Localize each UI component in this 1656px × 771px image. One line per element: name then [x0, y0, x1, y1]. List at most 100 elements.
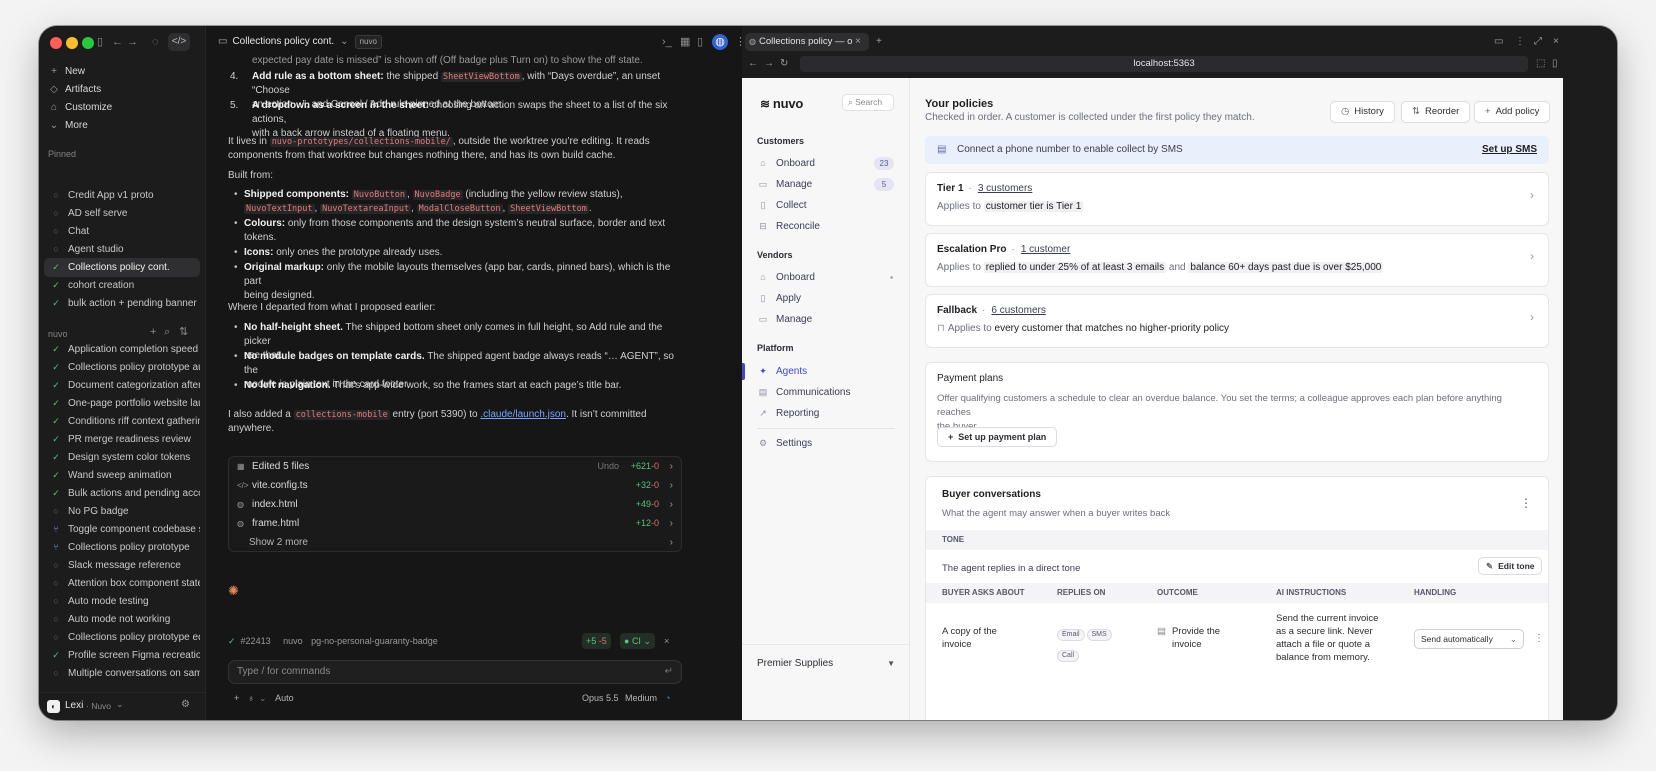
search-input[interactable]: ⌕ Search — [842, 94, 894, 111]
pr-status-bar[interactable]: ✓ #22413 nuvo pg-no-personal-guaranty-bad… — [228, 632, 682, 651]
back-arrow-icon[interactable]: ← — [112, 34, 123, 50]
nav-reporting[interactable]: ↗ Reporting — [757, 405, 897, 422]
sidebar-session-item[interactable]: ⑂ Collections policy prototype — [44, 538, 200, 557]
sidebar-session-item[interactable]: ✓ cohort creation — [44, 276, 200, 295]
add-policy-button[interactable]: + Add policy — [1474, 101, 1551, 123]
chat-mode-icon[interactable]: ◌ — [152, 34, 159, 50]
file-row[interactable]: ◍ frame.html +12-0 › — [229, 514, 681, 533]
nav-communications[interactable]: ▤ Communications — [757, 384, 897, 401]
close-tab-icon[interactable]: × — [855, 34, 861, 50]
inspect-icon[interactable]: ⬚ — [1536, 56, 1545, 72]
minimize-window-button[interactable] — [66, 37, 78, 49]
more-button[interactable]: ⌄ More — [47, 117, 88, 135]
sidebar-session-item[interactable]: ○ Multiple conversations on same — [44, 664, 200, 683]
sidebar-session-item[interactable]: ✓ Collections policy cont. — [44, 258, 200, 277]
sidebar-session-item[interactable]: ✓ Profile screen Figma recreation — [44, 646, 200, 665]
composer-input[interactable]: Type / for commands ↵ — [228, 660, 682, 684]
undo-button[interactable]: Undo — [597, 457, 619, 476]
history-button[interactable]: ◷ History — [1330, 101, 1395, 123]
zoom-window-button[interactable] — [82, 37, 94, 49]
account-footer[interactable]: ◐ Lexi · Nuvo ⌄ ⚙ — [39, 692, 206, 720]
plus-icon[interactable]: + — [234, 693, 239, 703]
sidebar-toggle-icon[interactable]: ▯ — [97, 34, 103, 50]
new-tab-icon[interactable]: + — [876, 34, 882, 50]
panel-icon[interactable]: ▯ — [697, 34, 703, 50]
file-row[interactable]: </> vite.config.ts +32-0 › — [229, 476, 681, 495]
sidebar-session-item[interactable]: ○ Auto mode not working — [44, 610, 200, 629]
expand-icon[interactable]: ⤢ — [1534, 34, 1542, 50]
reload-icon[interactable]: ↻ — [780, 56, 788, 72]
ci-badge[interactable]: ● CI ⌄ — [620, 633, 655, 649]
address-bar[interactable]: localhost:5363 — [800, 56, 1528, 72]
nav-collect[interactable]: ▯ Collect — [757, 197, 897, 214]
model-select[interactable]: Opus 5.5 — [582, 690, 619, 706]
settings-icon[interactable]: ⚙ — [181, 699, 190, 710]
mode-select[interactable]: Auto — [275, 693, 294, 703]
sidebar-session-item[interactable]: ✓ Application completion speed v — [44, 340, 200, 359]
close-icon[interactable]: × — [1553, 34, 1559, 50]
nav-settings[interactable]: ⚙ Settings — [757, 435, 897, 452]
brand-logo[interactable]: ≋ nuvo — [760, 96, 803, 111]
nav-onboard[interactable]: ⌂ Onboard ▪ — [757, 269, 897, 286]
set-up-payment-plan-button[interactable]: + Set up payment plan — [937, 427, 1058, 447]
search-icon[interactable]: ⌕ — [164, 324, 170, 340]
chevron-down-icon[interactable]: ⌄ — [259, 693, 267, 703]
sidebar-session-item[interactable]: ✓ Wand sweep animation — [44, 466, 200, 485]
more-vertical-icon[interactable]: ⋮ — [1520, 496, 1532, 510]
close-icon[interactable]: × — [664, 632, 669, 651]
sidebar-session-item[interactable]: ○ Agent studio — [44, 240, 200, 259]
customers-link[interactable]: 1 customer — [1021, 244, 1070, 255]
add-session-icon[interactable]: + — [150, 324, 156, 340]
terminal-icon[interactable]: ›_ — [662, 34, 672, 50]
nav-apply[interactable]: ▯ Apply — [757, 290, 897, 307]
set-up-sms-link[interactable]: Set up SMS — [1482, 136, 1537, 164]
file-row[interactable]: ◍ index.html +49-0 › — [229, 495, 681, 514]
artifacts-link[interactable]: ◇ Artifacts — [47, 81, 101, 99]
trash-icon[interactable]: ▯ — [1552, 56, 1558, 72]
org-switcher[interactable]: Premier Supplies ▼ — [742, 644, 910, 684]
customize-link[interactable]: ⌂ Customize — [47, 99, 112, 117]
policy-card[interactable]: Escalation Pro · 1 customer Applies to rep… — [925, 233, 1549, 287]
sidebar-session-item[interactable]: ○ AD self serve — [44, 204, 200, 223]
more-vertical-icon[interactable]: ⋮ — [1515, 34, 1525, 50]
browser-tab[interactable]: ◍ Collections policy — o — [745, 33, 869, 51]
sidebar-session-item[interactable]: ○ Auto mode testing — [44, 592, 200, 611]
handling-select[interactable]: Send automatically ⌄ — [1414, 629, 1524, 649]
globe-icon[interactable]: ◍ — [712, 34, 728, 50]
code-mode-button[interactable]: </> — [168, 33, 190, 51]
sidebar-session-item[interactable]: ○ Chat — [44, 222, 200, 241]
new-button[interactable]: + New — [47, 63, 85, 81]
sidebar-session-item[interactable]: ✓ Conditions riff context gatherin — [44, 412, 200, 431]
sidebar-session-item[interactable]: ○ Credit App v1 proto — [44, 186, 200, 205]
sidebar-session-item[interactable]: ○ Collections policy prototype ed — [44, 628, 200, 647]
forward-arrow-icon[interactable]: → — [127, 34, 138, 50]
effort-select[interactable]: Medium — [625, 690, 657, 706]
policy-card[interactable]: Tier 1 · 3 customers Applies to customer t… — [925, 172, 1549, 226]
sidebar-session-item[interactable]: ✓ Design system color tokens — [44, 448, 200, 467]
sidebar-session-item[interactable]: ○ Attention box component state — [44, 574, 200, 593]
close-window-button[interactable] — [50, 37, 62, 49]
sidebar-session-item[interactable]: ⑂ Toggle component codebase sta — [44, 520, 200, 539]
sidebar-session-item[interactable]: ✓ Bulk actions and pending accou — [44, 484, 200, 503]
split-view-icon[interactable]: ▦ — [680, 34, 690, 50]
nav-onboard[interactable]: ⌂ Onboard 23 — [757, 155, 897, 172]
panel-icon[interactable]: ▭ — [1494, 34, 1503, 50]
sidebar-session-item[interactable]: ✓ Document categorization after — [44, 376, 200, 395]
forward-arrow-icon[interactable]: → — [764, 56, 774, 72]
back-arrow-icon[interactable]: ← — [748, 56, 758, 72]
edited-files-header[interactable]: ▦ Edited 5 files Undo +621-0 › — [229, 457, 681, 476]
sidebar-session-item[interactable]: ✓ Collections policy prototype au — [44, 358, 200, 377]
filter-icon[interactable]: ⇅ — [179, 324, 188, 340]
sidebar-session-item[interactable]: ✓ PR merge readiness review — [44, 430, 200, 449]
show-more-button[interactable]: Show 2 more › — [229, 533, 681, 552]
policy-card[interactable]: Fallback · 6 customers ⊓ Applies to every c… — [925, 294, 1549, 348]
nav-manage[interactable]: ▭ Manage — [757, 311, 897, 328]
chat-title-bar[interactable]: ▭ Collections policy cont. ⌄ nuvo — [218, 35, 382, 49]
customers-link[interactable]: 6 customers — [991, 305, 1045, 316]
chevron-down-icon[interactable]: ⌄ — [116, 699, 124, 710]
edit-tone-button[interactable]: ✎ Edit tone — [1478, 557, 1543, 575]
sidebar-session-item[interactable]: ✓ One-page portfolio website lau — [44, 394, 200, 413]
customers-link[interactable]: 3 customers — [978, 183, 1032, 194]
reorder-button[interactable]: ⇅ Reorder — [1401, 101, 1471, 123]
sidebar-session-item[interactable]: ✓ bulk action + pending banner — [44, 294, 200, 313]
